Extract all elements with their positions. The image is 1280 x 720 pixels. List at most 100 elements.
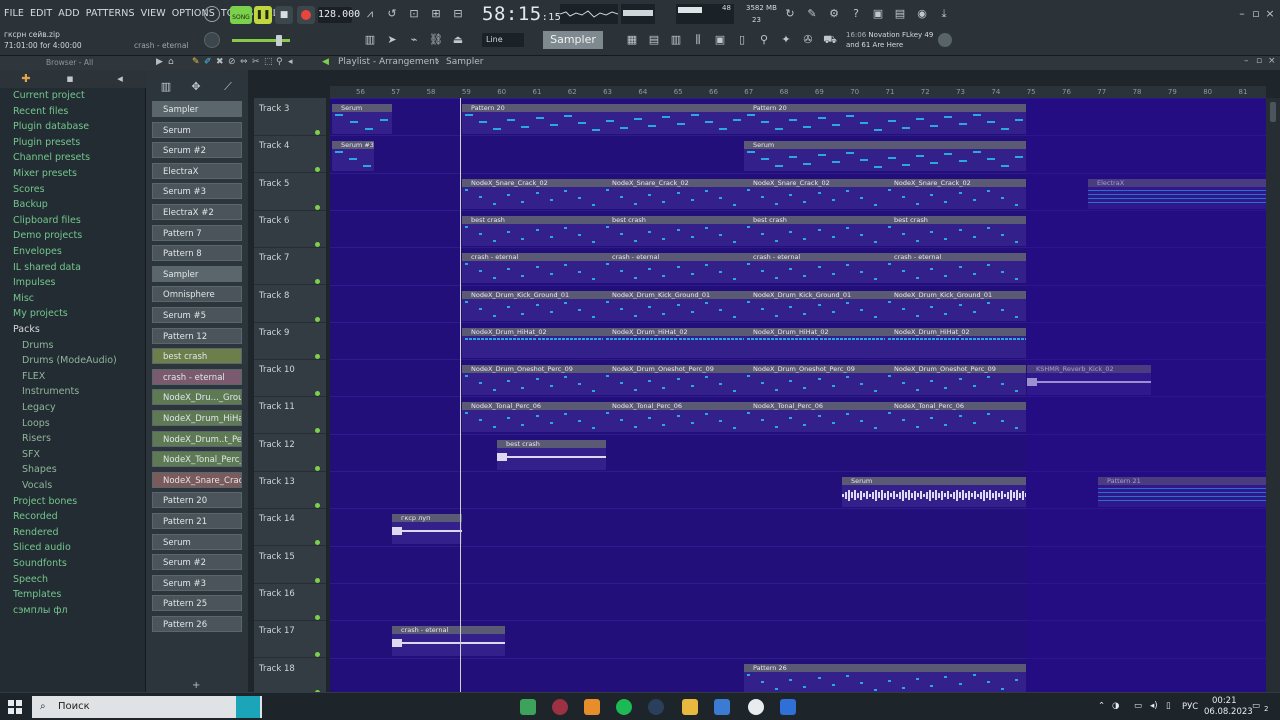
paint-tool-icon[interactable]: ✐ [204,57,212,67]
save-icon[interactable]: ▣ [870,6,886,22]
channel-button[interactable]: NodeX_Drum_HiHat_02 [152,410,242,426]
playlist-clip[interactable]: Serum [744,141,1026,172]
plugin-icon[interactable]: ⚲ [756,32,772,48]
playlist-menu-icon[interactable]: ⌂ [168,57,174,67]
mixer-window-icon[interactable]: ⫼ [690,32,706,48]
playlist-clip[interactable]: Serum #3 [332,141,374,172]
browser-item[interactable]: Misc [13,293,34,304]
notifications-icon[interactable]: ▭ [1252,701,1260,711]
playlist-grid[interactable]: Serum Pattern 20 Pattern 20 Serum #3 Serum No… [330,98,1266,692]
tray-headset-icon[interactable]: ◑ [1112,701,1119,711]
playlist-clip[interactable]: Pattern 20 [744,104,1026,134]
browser-item[interactable]: Channel presets [13,152,90,163]
metronome-icon[interactable]: ⩘ [362,6,378,22]
track-label[interactable]: Track 16 [259,589,295,599]
track-label[interactable]: Track 17 [259,626,295,636]
magnet-icon[interactable]: ⌁ [406,32,422,48]
slip-tool-icon[interactable]: ⇔ [240,57,248,67]
playlist-clip[interactable]: NodeX_Drum_HiHat_02 [744,327,885,358]
browser-item[interactable]: Current project [13,90,85,101]
blend-notes-icon[interactable]: ⊟ [450,6,466,22]
piano-icon[interactable]: ▥ [362,32,378,48]
opera-icon[interactable] [552,699,568,715]
channel-button[interactable]: best crash [152,348,242,365]
song-mode-button[interactable]: SONG [230,6,252,24]
channel-button[interactable]: Pattern 21 [152,513,242,529]
channel-button[interactable]: Serum [152,533,242,550]
performance-icon[interactable]: ✇ [800,32,816,48]
close-icon[interactable]: × [1262,6,1278,22]
menu-patterns[interactable]: PATTERNS [86,8,135,19]
file-icon[interactable]: ▯ [734,32,750,48]
channel-button[interactable]: Pattern 26 [152,616,242,632]
fl-studio-icon[interactable] [584,699,600,715]
channel-button[interactable]: Serum #2 [152,142,242,159]
track-label[interactable]: Track 14 [259,514,295,524]
playlist-clip[interactable]: NodeX_Drum_Oneshot_Perc_09 [885,365,1026,396]
channel-button[interactable]: NodeX_Dru..._Ground_01 [152,389,242,406]
pattern-selector[interactable]: Sampler [543,31,603,49]
vertical-scrollbar[interactable] [1266,98,1280,692]
browser-item[interactable]: Soundfonts [13,558,67,569]
arrow-icon[interactable]: ➤ [384,32,400,48]
add-icon[interactable]: ✚ [18,71,34,87]
channel-button[interactable]: Omnisphere [152,286,242,303]
playlist-clip[interactable]: best crash [497,439,606,470]
spotify-icon[interactable] [616,699,632,715]
xbox-icon[interactable] [520,699,536,715]
browser-item[interactable]: Mixer presets [13,168,77,179]
master-volume-slider[interactable] [232,35,290,46]
delete-tool-icon[interactable]: ✖ [216,57,224,67]
link-icon[interactable]: ⛓ [428,32,444,48]
tempo-display[interactable]: 128.000 [318,7,360,23]
tray-mic-icon[interactable]: ▯ [1166,701,1171,711]
browser-item[interactable]: Sliced audio [13,542,71,553]
track-label[interactable]: Track 8 [259,291,289,301]
channel-button[interactable]: ElectraX [152,162,242,179]
snap-selector[interactable]: Line [482,33,524,47]
playlist-clip[interactable]: NodeX_Drum_HiHat_02 [885,327,1026,358]
help-icon[interactable]: ? [848,6,864,22]
playlist-clip[interactable]: crash - eternal [603,253,744,284]
mixer-icon[interactable]: ⚙ [826,6,842,22]
channel-button[interactable]: Pattern 12 [152,327,242,344]
mic-icon[interactable]: ✎ [804,6,820,22]
language-indicator[interactable]: РУС [1182,702,1198,712]
browser-item[interactable]: Instruments [22,386,79,397]
browser-window-icon[interactable]: ▣ [712,32,728,48]
master-pitch-knob[interactable] [204,32,220,48]
menu-file[interactable]: FILE [4,8,24,19]
browser-item[interactable]: Drums [22,340,53,351]
channel-button[interactable]: Pattern 7 [152,224,242,241]
playlist-clip[interactable]: Pattern 26 [744,663,1026,692]
channel-button[interactable]: crash - eternal [152,368,242,385]
playlist-clip[interactable]: best crash [744,215,885,246]
playlist-clip[interactable]: Serum [332,104,392,134]
news-line1[interactable]: Novation FLkey 49 [868,31,933,39]
playlist-clip[interactable]: best crash [885,215,1026,246]
channel-button[interactable]: Serum #3 [152,183,242,200]
playlist-clip[interactable]: NodeX_Drum_Oneshot_Perc_09 [462,365,603,396]
playlist-clip[interactable]: NodeX_Drum_Oneshot_Perc_09 [744,365,885,396]
track-label[interactable]: Track 6 [259,216,289,226]
browser-item[interactable]: сэмплы фл [13,605,68,616]
playlist-clip[interactable]: NodeX_Snare_Crack_02 [744,178,885,209]
browser-item[interactable]: SFX [22,449,40,460]
channel-button[interactable]: Serum #3 [152,574,242,591]
channel-button[interactable]: Pattern 20 [152,492,242,509]
playback-tool-icon[interactable]: ◂ [288,57,293,67]
playlist-clip[interactable]: NodeX_Drum_Oneshot_Perc_09 [603,365,744,396]
track-label[interactable]: Track 7 [259,253,289,263]
channel-button[interactable]: NodeX_Snare_Crack_02 [152,471,242,488]
tray-network-icon[interactable]: ▭ [1134,701,1142,711]
browser-item[interactable]: Rendered [13,527,59,538]
piano-view-icon[interactable]: ▥ [158,79,174,95]
channel-button[interactable]: NodeX_Tonal_Perc_06 [152,451,242,468]
obs-icon[interactable] [748,699,764,715]
taskbar-search[interactable]: ⌕ Поиск [32,696,262,718]
select-tool-icon[interactable]: ⬚ [264,57,273,67]
cart-icon[interactable]: ⛟ [822,32,838,48]
track-label[interactable]: Track 9 [259,328,289,338]
app-icon[interactable] [780,699,796,715]
move-icon[interactable]: ✥ [188,79,204,95]
